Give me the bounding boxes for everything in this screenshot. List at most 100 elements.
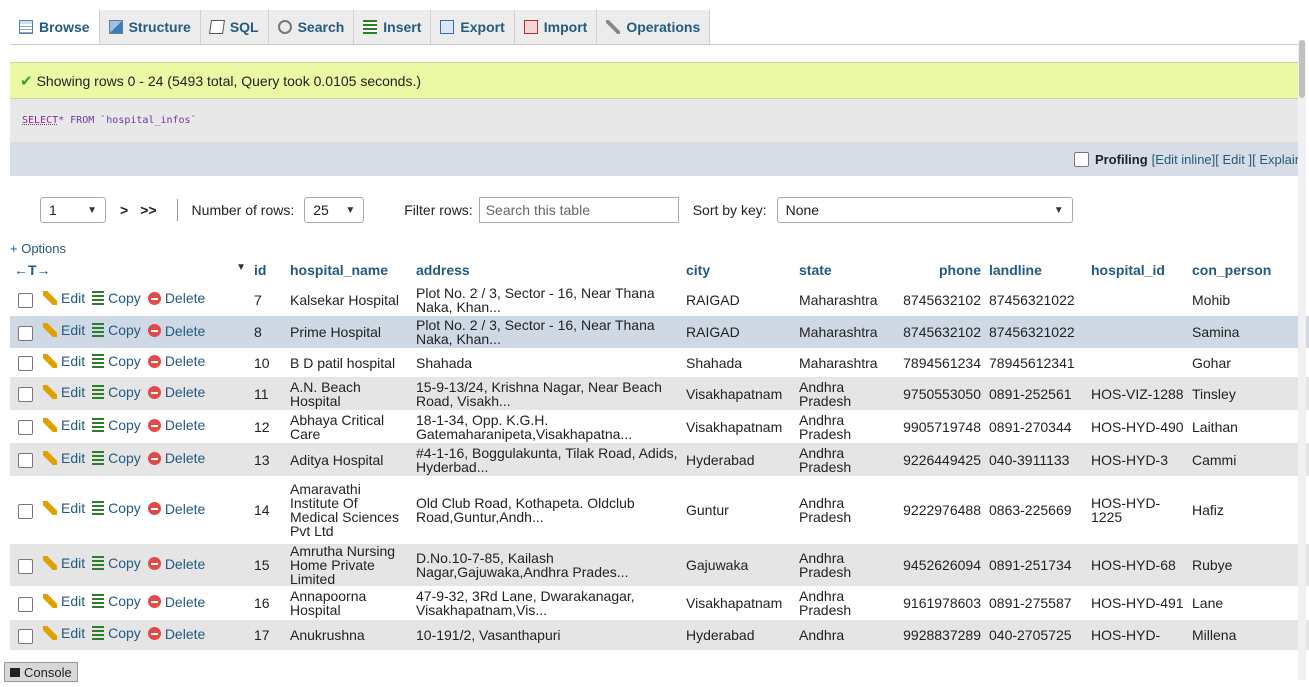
sort-select[interactable]: None ▼ [776,197,1073,223]
cell-address[interactable]: Shahada [412,348,682,377]
row-checkbox[interactable] [18,293,33,309]
cell-con-person[interactable]: Rubye [1188,544,1309,586]
cell-address[interactable]: 47-9-32, 3Rd Lane, Dwarakanagar, Visakha… [412,586,682,620]
cell-hospital-name[interactable]: A.N. Beach Hospital [286,377,412,410]
header-landline[interactable]: landline [985,257,1087,283]
edit-button[interactable]: Edit [43,290,85,305]
cell-landline[interactable]: 0863-225669 [985,476,1087,544]
delete-button[interactable]: Delete [147,451,205,465]
copy-button[interactable]: Copy [92,323,141,338]
cell-id[interactable]: 10 [250,348,286,377]
row-checkbox[interactable] [18,628,33,644]
copy-button[interactable]: Copy [92,556,141,571]
tab-structure[interactable]: Structure [100,10,201,44]
cell-hospital-id[interactable]: HOS-HYD-1225 [1087,476,1188,544]
cell-hospital-name[interactable]: Anukrushna [286,620,412,650]
cell-hospital-id[interactable]: HOS-HYD-3 [1087,443,1188,476]
edit-button[interactable]: Edit [43,323,85,338]
edit-button[interactable]: Edit [43,594,85,609]
edit-button[interactable]: Edit [43,417,85,432]
cell-phone[interactable]: 8745632102 [887,283,985,316]
cell-city[interactable]: RAIGAD [682,316,795,348]
copy-button[interactable]: Copy [92,353,141,368]
header-city[interactable]: city [682,257,795,283]
row-checkbox[interactable] [18,453,33,469]
cell-state[interactable]: Maharashtra [795,316,887,348]
cell-hospital-name[interactable]: Annapoorna Hospital [286,586,412,620]
cell-id[interactable]: 12 [250,410,286,443]
cell-hospital-name[interactable]: B D patil hospital [286,348,412,377]
tab-browse[interactable]: Browse [10,10,100,44]
console-button[interactable]: Console [4,662,78,682]
cell-con-person[interactable]: Hafiz [1188,476,1309,544]
cell-con-person[interactable]: Mohib [1188,283,1309,316]
cell-id[interactable]: 16 [250,586,286,620]
cell-address[interactable]: Old Club Road, Kothapeta. Oldclub Road,G… [412,476,682,544]
edit-link[interactable]: [ Edit ] [1215,152,1252,167]
edit-inline-link[interactable]: [Edit inline] [1152,152,1216,167]
cell-con-person[interactable]: Lane [1188,586,1309,620]
cell-city[interactable]: RAIGAD [682,283,795,316]
column-arrows[interactable]: ←T→ [14,262,51,278]
tab-sql[interactable]: SQL [201,10,269,44]
cell-phone[interactable]: 7894561234 [887,348,985,377]
cell-landline[interactable]: 0891-275587 [985,586,1087,620]
cell-landline[interactable]: 040-3911133 [985,443,1087,476]
cell-id[interactable]: 7 [250,283,286,316]
cell-address[interactable]: Plot No. 2 / 3, Sector - 16, Near Thana … [412,316,682,348]
cell-address[interactable]: Plot No. 2 / 3, Sector - 16, Near Thana … [412,283,682,316]
profiling-checkbox[interactable] [1073,151,1089,167]
cell-state[interactable]: Andhra Pradesh [795,476,887,544]
cell-landline[interactable]: 87456321022 [985,316,1087,348]
cell-hospital-name[interactable]: Amaravathi Institute Of Medical Sciences… [286,476,412,544]
cell-landline[interactable]: 0891-270344 [985,410,1087,443]
cell-address[interactable]: 18-1-34, Opp. K.G.H. Gatemaharanipeta,Vi… [412,410,682,443]
delete-button[interactable]: Delete [147,418,205,432]
cell-id[interactable]: 13 [250,443,286,476]
edit-button[interactable]: Edit [43,450,85,465]
cell-state[interactable]: Maharashtra [795,283,887,316]
filter-input[interactable]: Search this table [478,197,679,223]
row-checkbox[interactable] [18,596,33,612]
cell-con-person[interactable]: Gohar [1188,348,1309,377]
tab-insert[interactable]: Insert [354,10,432,44]
next-page-button[interactable]: > [120,202,128,218]
cell-address[interactable]: #4-1-16, Boggulakunta, Tilak Road, Adids… [412,443,682,476]
cell-hospital-name[interactable]: Amrutha Nursing Home Private Limited [286,544,412,586]
cell-hospital-id[interactable] [1087,283,1188,316]
edit-button[interactable]: Edit [43,353,85,368]
copy-button[interactable]: Copy [92,626,141,641]
edit-button[interactable]: Edit [43,556,85,571]
cell-phone[interactable]: 9452626094 [887,544,985,586]
cell-city[interactable]: Visakhapatnam [682,410,795,443]
header-hospital-name[interactable]: hospital_name [286,257,412,283]
cell-hospital-id[interactable]: HOS-HYD-68 [1087,544,1188,586]
cell-con-person[interactable]: Millena [1188,620,1309,650]
cell-phone[interactable]: 9222976488 [887,476,985,544]
cell-hospital-name[interactable]: Aditya Hospital [286,443,412,476]
delete-button[interactable]: Delete [147,291,205,305]
cell-city[interactable]: Guntur [682,476,795,544]
cell-hospital-id[interactable] [1087,316,1188,348]
cell-city[interactable]: Shahada [682,348,795,377]
delete-button[interactable]: Delete [147,502,205,516]
cell-phone[interactable]: 9750553050 [887,377,985,410]
cell-state[interactable]: Andhra Pradesh [795,544,887,586]
header-id[interactable]: id [250,257,286,283]
cell-con-person[interactable]: Laithan [1188,410,1309,443]
cell-state[interactable]: Andhra [795,620,887,650]
header-con-person[interactable]: con_person [1188,257,1309,283]
cell-city[interactable]: Visakhapatnam [682,377,795,410]
cell-hospital-id[interactable] [1087,348,1188,377]
tab-export[interactable]: Export [431,10,515,44]
cell-address[interactable]: 10-191/2, Vasanthapuri [412,620,682,650]
cell-landline[interactable]: 0891-251734 [985,544,1087,586]
edit-button[interactable]: Edit [43,626,85,641]
cell-con-person[interactable]: Tinsley [1188,377,1309,410]
sort-arrow-icon[interactable]: ▼ [236,262,246,273]
cell-phone[interactable]: 9226449425 [887,443,985,476]
cell-phone[interactable]: 8745632102 [887,316,985,348]
delete-button[interactable]: Delete [147,557,205,571]
cell-hospital-id[interactable]: HOS-VIZ-1288 [1087,377,1188,410]
row-checkbox[interactable] [18,503,33,519]
